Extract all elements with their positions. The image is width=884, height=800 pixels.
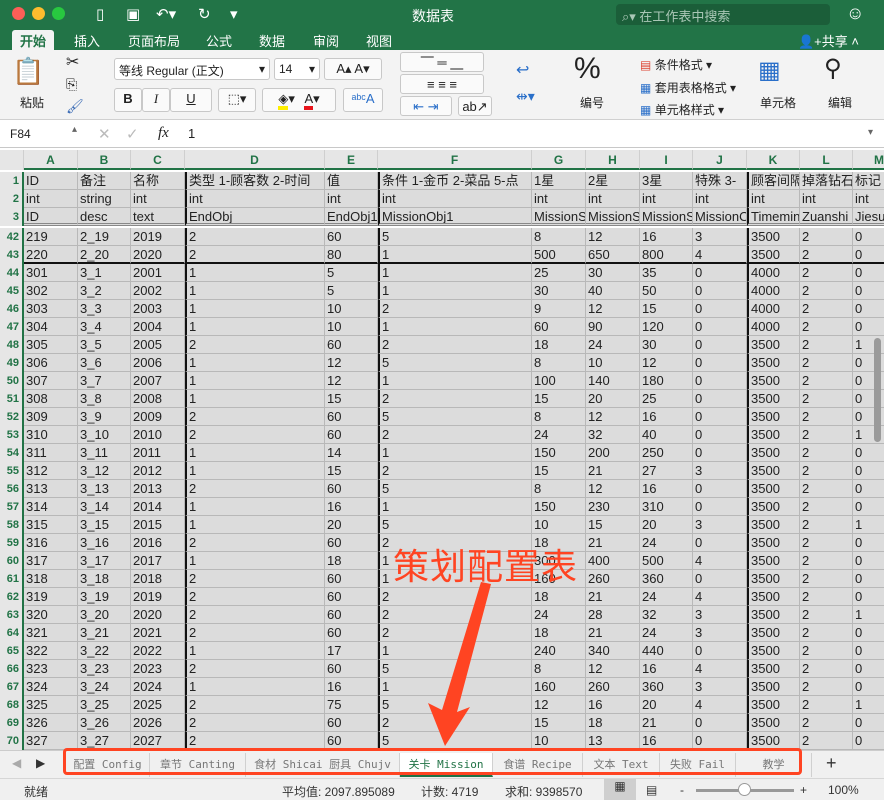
annotation-arrow [428,582,491,746]
arrow-icon [428,582,491,746]
